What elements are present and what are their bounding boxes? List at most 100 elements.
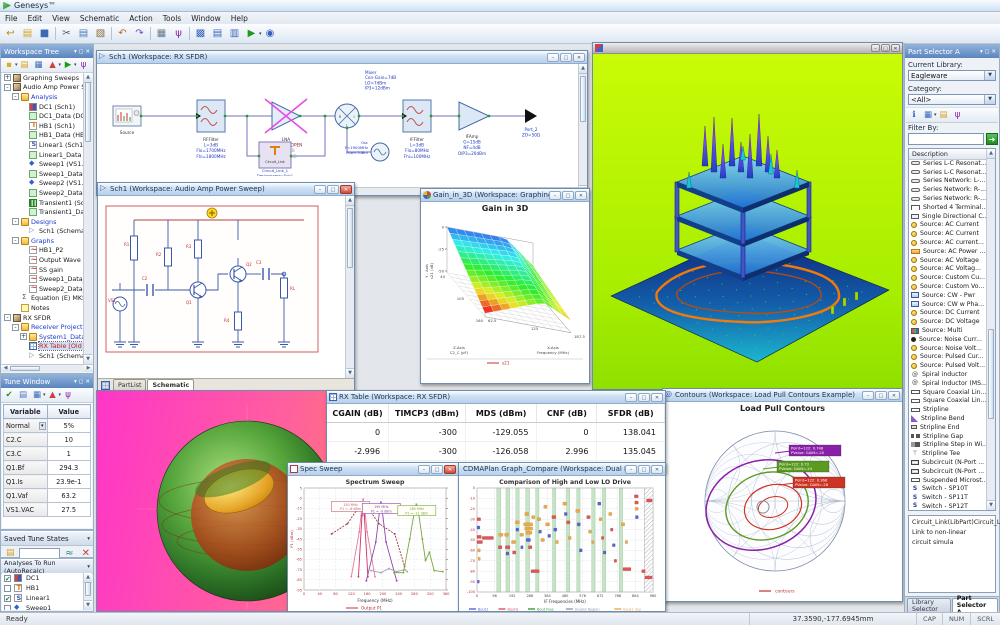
- horizontal-scrollbar[interactable]: ◀▶: [1, 364, 93, 372]
- tree-expander-icon[interactable]: -: [4, 314, 11, 321]
- vertical-scrollbar[interactable]: ▲▼: [986, 149, 995, 510]
- analysis-item-sweep1[interactable]: Sweep1: [2, 603, 83, 610]
- part-item-source-noise-curr[interactable]: Source: Noise Curr...: [909, 335, 986, 344]
- tune-value-cell[interactable]: 10: [47, 433, 91, 447]
- scrollbar-thumb[interactable]: [347, 208, 353, 268]
- tree-item-linear1-data-lin[interactable]: Linear1_Data (Lin: [2, 150, 83, 160]
- saved-tune-states-header[interactable]: Saved Tune States ▾: [1, 531, 93, 546]
- panel-menu-icon[interactable]: ▾: [74, 49, 77, 55]
- window-close-button[interactable]: ✕: [340, 185, 352, 194]
- tree-item-rx-table-old-da[interactable]: RX Table [Old Da: [2, 342, 83, 352]
- window-minimize-button[interactable]: –: [418, 465, 430, 474]
- panel-menu-icon[interactable]: ▾: [87, 536, 90, 542]
- menu-view[interactable]: View: [47, 14, 75, 23]
- scroll-up-icon[interactable]: ▲: [579, 64, 587, 74]
- window-titlebar-load-pull-contours[interactable]: Contours (Workspace: Load Pull Contours …: [663, 389, 902, 402]
- menu-edit[interactable]: Edit: [23, 14, 48, 23]
- window-minimize-button[interactable]: –: [862, 391, 874, 400]
- part-item-stripline-bend[interactable]: Stripline Bend: [909, 414, 986, 423]
- pin-icon[interactable]: ◻: [79, 379, 84, 385]
- scroll-down-icon[interactable]: ▼: [346, 368, 354, 378]
- tune-value-cell[interactable]: 27.5: [47, 503, 91, 517]
- vertical-scrollbar[interactable]: ▲▼: [83, 573, 92, 610]
- tree-item-sweep2-vs1-vac[interactable]: Sweep2 (VS1.VAC: [2, 179, 83, 189]
- tune-toolbar-table-icon[interactable]: ▦: [31, 389, 44, 401]
- part-item-source-dc-voltage[interactable]: Source: DC Voltage: [909, 317, 986, 326]
- tune-value-cell[interactable]: 5%: [47, 419, 91, 433]
- part-item-stripline-step-in-wi[interactable]: Stripline Step in Wi...: [909, 441, 986, 450]
- window-minimize-button[interactable]: –: [871, 44, 880, 52]
- window-maximize-button[interactable]: □: [638, 465, 650, 474]
- part-item-source-ac-current[interactable]: Source: AC Current: [909, 221, 986, 230]
- scroll-down-icon[interactable]: ▼: [987, 500, 995, 510]
- part-item-subcircuit-n-port[interactable]: Subcircuit (N-Port ...: [909, 458, 986, 467]
- tree-toolbar-run-icon[interactable]: ▶: [62, 59, 75, 71]
- filter-go-button[interactable]: ➜: [986, 133, 998, 145]
- chevron-down-icon[interactable]: ▼: [984, 71, 995, 80]
- window-minimize-button[interactable]: –: [625, 465, 637, 474]
- workspace-tree-header[interactable]: Workspace Tree ▾◻✕: [1, 45, 93, 58]
- checkbox-icon[interactable]: ✔: [4, 575, 11, 582]
- part-item-source-ac-power[interactable]: Source: AC Power ...: [909, 247, 986, 256]
- part-item-series-l-c-resonat[interactable]: Series L-C Resonat...: [909, 168, 986, 177]
- part-item-series-network-r[interactable]: Series Network: R-...: [909, 185, 986, 194]
- part-item-source-pulsed-cur[interactable]: Source: Pulsed Cur...: [909, 353, 986, 362]
- tree-item-dc1-data-dc1[interactable]: DC1_Data (DC1): [2, 111, 83, 121]
- tune-value-cell[interactable]: 1: [47, 447, 91, 461]
- category-select[interactable]: <All>▼: [908, 94, 996, 105]
- tree-item-sweep1-data-vp[interactable]: Sweep1_Data_VP: [2, 274, 83, 284]
- window-titlebar-sch1-audio-amp[interactable]: Sch1 (Workspace: Audio Amp Power Sweep)–…: [98, 183, 354, 196]
- scrollbar-thumb[interactable]: [10, 366, 40, 371]
- tree-item-graphing-sweeps[interactable]: +Graphing Sweeps: [2, 73, 83, 83]
- close-icon[interactable]: ✕: [991, 49, 996, 55]
- tune-variable-cell[interactable]: C2.C: [4, 433, 48, 447]
- vertical-scrollbar[interactable]: ▲▼: [345, 196, 354, 378]
- grid-icon[interactable]: [101, 381, 110, 390]
- tree-item-sch1-schematic[interactable]: Sch1 (Schematic): [2, 351, 83, 361]
- tab-part-selector-a[interactable]: Part Selector A: [952, 598, 998, 612]
- saved-state-input[interactable]: [19, 548, 60, 559]
- window-close-button[interactable]: ✕: [651, 465, 663, 474]
- part-item-stripline-tee[interactable]: ⊤Stripline Tee: [909, 449, 986, 458]
- tune-column-header[interactable]: Variable: [4, 405, 48, 419]
- tree-item-hb1-p2[interactable]: HB1_P2: [2, 246, 83, 256]
- tune-window-header[interactable]: Tune Window ▾◻✕: [1, 375, 93, 388]
- part-item-source-ac-current[interactable]: Source: AC Current: [909, 229, 986, 238]
- toolbar-save-icon[interactable]: ■: [37, 26, 53, 41]
- menu-help[interactable]: Help: [226, 14, 253, 23]
- window-titlebar-sch1-rx-sfdr[interactable]: Sch1 (Workspace: RX SFDR)–□✕: [97, 51, 587, 64]
- tree-toolbar-chart-dropdown-icon[interactable]: ▾: [59, 62, 62, 68]
- tune-toolbar-tune-icon[interactable]: ψ: [62, 389, 75, 401]
- tree-item-dc1-sch1[interactable]: DC1 (Sch1): [2, 102, 83, 112]
- part-item-switch-sp10t[interactable]: SSwitch - SP10T: [909, 484, 986, 493]
- tree-item-notes[interactable]: Notes: [2, 303, 83, 313]
- window-titlebar-rx-table[interactable]: RX Table (Workspace: RX SFDR)–□✕: [327, 391, 665, 404]
- rx-table-header[interactable]: CGAIN (dB): [327, 404, 389, 423]
- scrollbar-thumb[interactable]: [580, 76, 586, 122]
- tree-expander-icon[interactable]: +: [4, 74, 11, 81]
- tune-toolbar-chart-icon[interactable]: ▲: [46, 389, 59, 401]
- analysis-item-linear1[interactable]: ✔Linear1: [2, 593, 83, 603]
- part-item-suspended-microst[interactable]: Suspended Microst...: [909, 476, 986, 485]
- part-item-source-pulsed-volt[interactable]: Source: Pulsed Volt...: [909, 361, 986, 370]
- toolbar-paste-icon[interactable]: ▧: [93, 26, 109, 41]
- chevron-down-icon[interactable]: ▾: [39, 422, 46, 430]
- window-titlebar-em-3d-view[interactable]: –□✕: [593, 43, 902, 54]
- part-toolbar-info-icon[interactable]: ℹ: [908, 109, 921, 121]
- part-item-series-network-r[interactable]: Series Network: R-...: [909, 194, 986, 203]
- tree-item-rx-sfdr[interactable]: -RX SFDR: [2, 313, 83, 323]
- filter-input[interactable]: [908, 133, 984, 145]
- tree-item-sweep1-vs1-vac[interactable]: Sweep1 (VS1.VAC: [2, 159, 83, 169]
- part-item-series-network-l[interactable]: Series Network: L-...: [909, 177, 986, 186]
- part-item-source-noise-volt[interactable]: Source: Noise Volt...: [909, 344, 986, 353]
- toolbar-cut-icon[interactable]: ✂: [59, 26, 75, 41]
- menu-schematic[interactable]: Schematic: [75, 14, 124, 23]
- tune-toolbar-copy-icon[interactable]: ▤: [17, 389, 30, 401]
- part-item-stripline-gap[interactable]: Stripline Gap: [909, 432, 986, 441]
- analyses-header[interactable]: Analyses To Run (AutoRecalc) ▾: [1, 559, 93, 574]
- tree-expander-icon[interactable]: +: [20, 333, 27, 340]
- checkbox-icon[interactable]: [4, 585, 11, 592]
- scroll-left-icon[interactable]: ◀: [1, 365, 10, 372]
- scroll-right-icon[interactable]: ▶: [84, 365, 93, 372]
- tree-item-hb1-sch1[interactable]: HB1 (Sch1): [2, 121, 83, 131]
